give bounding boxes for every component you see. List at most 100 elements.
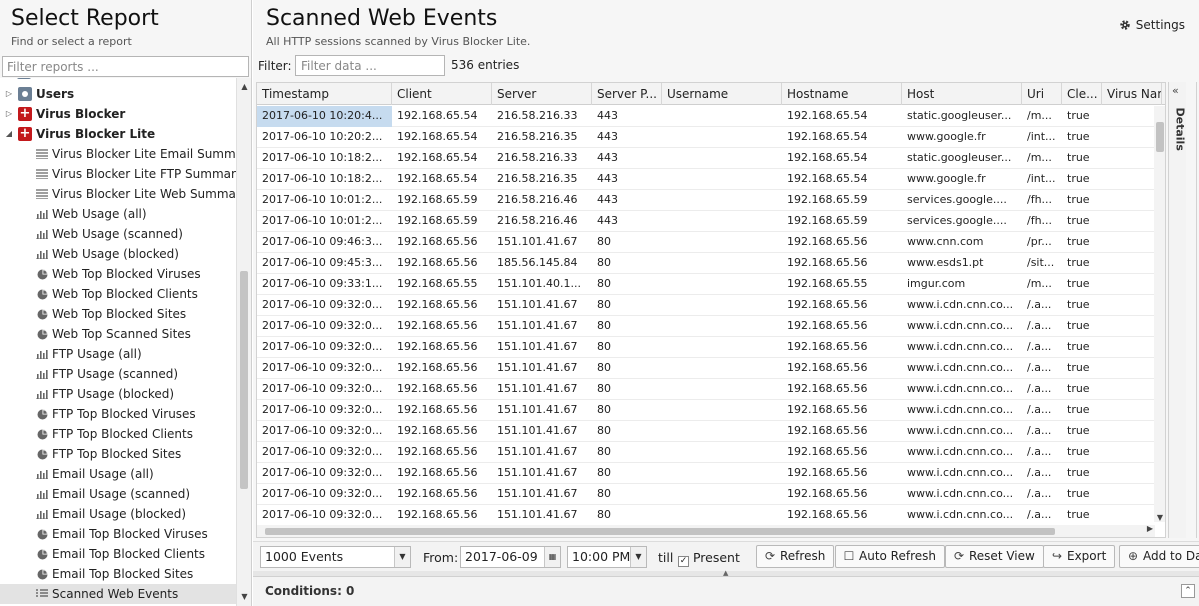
table-cell[interactable]: 192.168.65.56 xyxy=(392,505,492,522)
table-cell[interactable]: 192.168.65.59 xyxy=(392,211,492,232)
table-cell[interactable]: /.a... xyxy=(1022,379,1062,400)
table-cell[interactable]: 192.168.65.56 xyxy=(782,379,902,400)
table-cell[interactable]: 80 xyxy=(592,442,662,463)
scroll-up-icon[interactable]: ▲ xyxy=(237,80,252,94)
chevron-down-icon[interactable]: ▼ xyxy=(394,547,410,567)
table-cell[interactable] xyxy=(1102,127,1155,148)
tree-item[interactable]: Email Usage (scanned) xyxy=(0,484,236,504)
scroll-down-icon[interactable]: ▼ xyxy=(1154,513,1165,522)
table-cell[interactable]: /.a... xyxy=(1022,463,1062,484)
table-row[interactable]: 2017-06-10 09:32:0... 192.168.65.56 151.10… xyxy=(257,295,1155,316)
tree-item[interactable]: ◢ + Virus Blocker Lite xyxy=(0,124,236,144)
table-cell[interactable]: true xyxy=(1062,127,1102,148)
table-cell[interactable]: 80 xyxy=(592,337,662,358)
table-cell[interactable]: 216.58.216.33 xyxy=(492,106,592,127)
table-cell[interactable]: true xyxy=(1062,505,1102,522)
table-cell[interactable]: 151.101.41.67 xyxy=(492,358,592,379)
table-cell[interactable]: /fh... xyxy=(1022,190,1062,211)
column-header[interactable]: Timestamp xyxy=(257,83,392,105)
expand-conditions-icon[interactable]: ⌃ xyxy=(1181,584,1195,598)
table-cell[interactable]: 80 xyxy=(592,379,662,400)
table-cell[interactable] xyxy=(662,358,782,379)
table-cell[interactable]: 2017-06-10 10:20:4... xyxy=(257,106,392,127)
tree-item[interactable]: Virus Blocker Lite Email Summary xyxy=(0,144,236,164)
table-cell[interactable] xyxy=(662,337,782,358)
table-cell[interactable]: 2017-06-10 09:32:0... xyxy=(257,421,392,442)
table-row[interactable]: 2017-06-10 09:32:0... 192.168.65.56 151.10… xyxy=(257,358,1155,379)
table-cell[interactable] xyxy=(662,253,782,274)
table-cell[interactable] xyxy=(1102,253,1155,274)
table-cell[interactable]: static.googleuser... xyxy=(902,148,1022,169)
table-cell[interactable] xyxy=(662,421,782,442)
table-cell[interactable]: 443 xyxy=(592,106,662,127)
tree-item[interactable]: Web Top Blocked Clients xyxy=(0,284,236,304)
grid-horizontal-scrollbar[interactable]: ▶ xyxy=(257,524,1155,537)
table-cell[interactable] xyxy=(662,463,782,484)
table-cell[interactable]: www.i.cdn.cnn.co... xyxy=(902,379,1022,400)
tree-item[interactable]: FTP Top Blocked Viruses xyxy=(0,404,236,424)
table-cell[interactable]: 443 xyxy=(592,127,662,148)
table-row[interactable]: 2017-06-10 10:18:2... 192.168.65.54 216.58… xyxy=(257,148,1155,169)
table-cell[interactable]: 192.168.65.54 xyxy=(392,127,492,148)
tree-item[interactable]: FTP Usage (scanned) xyxy=(0,364,236,384)
expand-icon[interactable]: ▷ xyxy=(4,104,14,124)
table-cell[interactable]: 80 xyxy=(592,463,662,484)
table-cell[interactable] xyxy=(662,295,782,316)
table-cell[interactable]: 192.168.65.56 xyxy=(392,295,492,316)
table-cell[interactable]: 151.101.41.67 xyxy=(492,463,592,484)
table-cell[interactable]: 2017-06-10 09:32:0... xyxy=(257,484,392,505)
table-cell[interactable]: www.i.cdn.cnn.co... xyxy=(902,358,1022,379)
table-cell[interactable]: 80 xyxy=(592,358,662,379)
tree-item[interactable]: ▷ + Virus Blocker xyxy=(0,104,236,124)
table-cell[interactable]: 151.101.41.67 xyxy=(492,421,592,442)
tree-item[interactable]: Web Usage (blocked) xyxy=(0,244,236,264)
table-cell[interactable] xyxy=(1102,400,1155,421)
filter-reports-input[interactable] xyxy=(2,56,249,77)
table-cell[interactable]: 192.168.65.56 xyxy=(782,295,902,316)
table-cell[interactable]: 2017-06-10 10:18:2... xyxy=(257,148,392,169)
table-cell[interactable]: 216.58.216.35 xyxy=(492,127,592,148)
table-cell[interactable]: 192.168.65.56 xyxy=(782,505,902,522)
table-cell[interactable]: 216.58.216.46 xyxy=(492,211,592,232)
table-cell[interactable]: /m... xyxy=(1022,274,1062,295)
table-row[interactable]: 2017-06-10 09:45:3... 192.168.65.56 185.56… xyxy=(257,253,1155,274)
table-cell[interactable]: 151.101.41.67 xyxy=(492,316,592,337)
table-cell[interactable]: 192.168.65.56 xyxy=(392,463,492,484)
expand-details-icon[interactable]: « xyxy=(1172,84,1179,97)
table-cell[interactable]: 192.168.65.59 xyxy=(392,190,492,211)
table-row[interactable]: 2017-06-10 10:20:4... 192.168.65.54 216.58… xyxy=(257,106,1155,127)
table-cell[interactable]: 443 xyxy=(592,190,662,211)
table-cell[interactable]: 192.168.65.56 xyxy=(782,400,902,421)
table-cell[interactable]: 192.168.65.56 xyxy=(392,442,492,463)
table-cell[interactable]: 80 xyxy=(592,232,662,253)
table-cell[interactable]: 192.168.65.56 xyxy=(782,316,902,337)
table-cell[interactable]: 151.101.41.67 xyxy=(492,442,592,463)
table-cell[interactable] xyxy=(1102,442,1155,463)
column-header[interactable]: Virus Nam xyxy=(1102,83,1162,105)
table-cell[interactable]: 2017-06-10 09:32:0... xyxy=(257,316,392,337)
table-cell[interactable]: www.i.cdn.cnn.co... xyxy=(902,421,1022,442)
table-cell[interactable] xyxy=(1102,148,1155,169)
table-cell[interactable]: 192.168.65.56 xyxy=(782,442,902,463)
table-cell[interactable]: 192.168.65.54 xyxy=(392,106,492,127)
table-cell[interactable]: 192.168.65.56 xyxy=(782,463,902,484)
table-cell[interactable] xyxy=(1102,337,1155,358)
table-cell[interactable]: 2017-06-10 10:18:2... xyxy=(257,169,392,190)
table-cell[interactable]: 2017-06-10 10:01:2... xyxy=(257,190,392,211)
table-cell[interactable] xyxy=(662,106,782,127)
table-cell[interactable]: 192.168.65.59 xyxy=(782,190,902,211)
table-cell[interactable] xyxy=(662,169,782,190)
table-cell[interactable]: www.google.fr xyxy=(902,169,1022,190)
collapse-icon[interactable]: ◢ xyxy=(4,124,14,144)
table-cell[interactable]: 192.168.65.59 xyxy=(782,211,902,232)
tree-item[interactable]: Email Top Blocked Clients xyxy=(0,544,236,564)
column-header[interactable]: Server P... xyxy=(592,83,662,105)
table-cell[interactable]: true xyxy=(1062,358,1102,379)
table-cell[interactable]: true xyxy=(1062,295,1102,316)
table-cell[interactable]: 2017-06-10 10:20:2... xyxy=(257,127,392,148)
refresh-button[interactable]: ⟳ Refresh xyxy=(756,545,835,568)
table-cell[interactable]: www.i.cdn.cnn.co... xyxy=(902,400,1022,421)
table-cell[interactable]: /.a... xyxy=(1022,421,1062,442)
chevron-down-icon[interactable]: ▼ xyxy=(630,547,646,567)
table-cell[interactable]: 151.101.41.67 xyxy=(492,400,592,421)
